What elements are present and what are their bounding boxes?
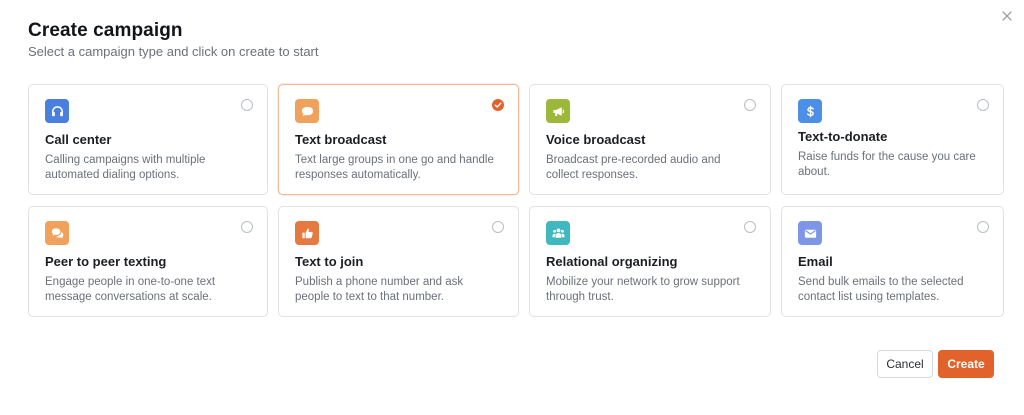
- headset-icon: [45, 99, 69, 123]
- card-radio[interactable]: [744, 99, 756, 111]
- chat-bubble-icon: [295, 99, 319, 123]
- card-description: Calling campaigns with multiple automate…: [45, 154, 206, 181]
- card-description: Send bulk emails to the selected contact…: [798, 276, 964, 303]
- card-title: Call center: [45, 132, 112, 147]
- card-description: Engage people in one-to-one text message…: [45, 276, 216, 303]
- thumbs-up-icon: [295, 221, 319, 245]
- card-description: Raise funds for the cause you care about…: [798, 151, 976, 178]
- campaign-card-relational-organizing[interactable]: Relational organizing Mobilize your netw…: [529, 206, 771, 317]
- card-radio[interactable]: [241, 221, 253, 233]
- cancel-button[interactable]: Cancel: [877, 350, 933, 378]
- card-title: Text broadcast: [295, 132, 387, 147]
- card-radio[interactable]: [744, 221, 756, 233]
- card-description: Text large groups in one go and handle r…: [295, 154, 494, 181]
- card-radio[interactable]: [492, 221, 504, 233]
- campaign-card-text-to-join[interactable]: Text to join Publish a phone number and …: [278, 206, 519, 317]
- card-title: Text-to-donate: [798, 129, 888, 144]
- close-icon[interactable]: [999, 8, 1015, 24]
- card-title: Email: [798, 254, 833, 269]
- campaign-card-email[interactable]: Email Send bulk emails to the selected c…: [781, 206, 1004, 317]
- card-description: Publish a phone number and ask people to…: [295, 276, 464, 303]
- card-title: Relational organizing: [546, 254, 678, 269]
- dollar-icon: [798, 99, 822, 123]
- card-title: Peer to peer texting: [45, 254, 167, 269]
- card-radio-checked[interactable]: [492, 99, 504, 111]
- card-title: Text to join: [295, 254, 364, 269]
- card-description: Broadcast pre-recorded audio and collect…: [546, 154, 721, 181]
- card-radio[interactable]: [977, 221, 989, 233]
- campaign-card-peer-to-peer-texting[interactable]: Peer to peer texting Engage people in on…: [28, 206, 268, 317]
- card-description: Mobilize your network to grow support th…: [546, 276, 740, 303]
- people-icon: [546, 221, 570, 245]
- dialog-subtitle: Select a campaign type and click on crea…: [28, 44, 319, 59]
- conversation-icon: [45, 221, 69, 245]
- megaphone-icon: [546, 99, 570, 123]
- dialog-title: Create campaign: [28, 20, 183, 41]
- campaign-card-text-broadcast[interactable]: Text broadcast Text large groups in one …: [278, 84, 519, 195]
- card-radio[interactable]: [241, 99, 253, 111]
- card-title: Voice broadcast: [546, 132, 646, 147]
- card-radio[interactable]: [977, 99, 989, 111]
- create-button[interactable]: Create: [938, 350, 994, 378]
- campaign-type-grid: Call center Calling campaigns with multi…: [28, 84, 1004, 317]
- envelope-icon: [798, 221, 822, 245]
- campaign-card-text-to-donate[interactable]: Text-to-donate Raise funds for the cause…: [781, 84, 1004, 195]
- campaign-card-call-center[interactable]: Call center Calling campaigns with multi…: [28, 84, 268, 195]
- campaign-card-voice-broadcast[interactable]: Voice broadcast Broadcast pre-recorded a…: [529, 84, 771, 195]
